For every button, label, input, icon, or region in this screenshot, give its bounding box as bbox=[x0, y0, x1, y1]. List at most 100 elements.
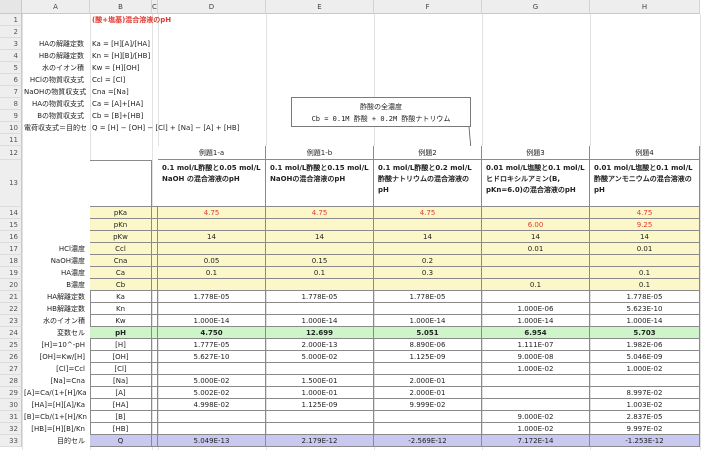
value-cell[interactable]: 0.1 bbox=[590, 267, 700, 279]
value-cell[interactable]: 1.000E-02 bbox=[482, 423, 590, 435]
value-cell[interactable]: -1.253E-12 bbox=[590, 435, 700, 447]
column-header-a[interactable]: A bbox=[22, 0, 90, 14]
symbol-cell[interactable]: [A] bbox=[90, 387, 152, 399]
value-cell[interactable]: 4.75 bbox=[374, 207, 482, 219]
row-label[interactable]: HA解離定数 bbox=[22, 291, 87, 303]
value-cell[interactable] bbox=[266, 411, 374, 423]
row-label[interactable]: [H]=10^-pH bbox=[22, 339, 87, 351]
row-number-21[interactable]: 21 bbox=[0, 291, 22, 303]
case-description[interactable]: 0.01 mol/L塩酸と0.1 mol/L酢酸アンモニウムの混合溶液のpH bbox=[590, 160, 700, 207]
value-cell[interactable]: 5.623E-10 bbox=[590, 303, 700, 315]
value-cell[interactable]: 1.777E-05 bbox=[158, 339, 266, 351]
symbol-cell[interactable]: pKn bbox=[90, 219, 152, 231]
case-header[interactable]: 例題1-a bbox=[158, 146, 266, 160]
symbol-cell[interactable]: Ca bbox=[90, 267, 152, 279]
row-label[interactable]: [Na]=Cna bbox=[22, 375, 87, 387]
definition-label[interactable]: Bの物質収支式 bbox=[22, 110, 86, 122]
definition-label[interactable]: HClの物質収支式 bbox=[22, 74, 86, 86]
row-label[interactable]: [A]=Ca/(1+[H]/Ka) bbox=[22, 387, 87, 399]
row-label[interactable]: [B]=Cb/(1+[H]/Kn) bbox=[22, 411, 87, 423]
column-header-g[interactable]: G bbox=[482, 0, 590, 14]
value-cell[interactable]: 4.75 bbox=[158, 207, 266, 219]
value-cell[interactable]: 4.998E-02 bbox=[158, 399, 266, 411]
value-cell[interactable]: 0.15 bbox=[266, 255, 374, 267]
definition-label[interactable]: 水のイオン積 bbox=[22, 62, 86, 74]
column-header-h[interactable]: H bbox=[590, 0, 700, 14]
symbol-cell[interactable]: [OH] bbox=[90, 351, 152, 363]
row-number-6[interactable]: 6 bbox=[0, 74, 22, 86]
value-cell[interactable]: 9.25 bbox=[590, 219, 700, 231]
value-cell[interactable]: 0.1 bbox=[590, 279, 700, 291]
value-cell[interactable]: 4.750 bbox=[158, 327, 266, 339]
value-cell[interactable]: 5.627E-10 bbox=[158, 351, 266, 363]
value-cell[interactable]: 9.999E-02 bbox=[374, 399, 482, 411]
select-all-corner[interactable] bbox=[0, 0, 22, 14]
case-header[interactable]: 例題4 bbox=[590, 146, 700, 160]
row-number-20[interactable]: 20 bbox=[0, 279, 22, 291]
case-header[interactable]: 例題1-b bbox=[266, 146, 374, 160]
value-cell[interactable]: 1.778E-05 bbox=[590, 291, 700, 303]
value-cell[interactable] bbox=[374, 303, 482, 315]
value-cell[interactable] bbox=[266, 219, 374, 231]
value-cell[interactable]: 1.778E-05 bbox=[266, 291, 374, 303]
value-cell[interactable]: 1.125E-09 bbox=[266, 399, 374, 411]
value-cell[interactable] bbox=[158, 219, 266, 231]
row-label[interactable]: [OH]=Kw/[H] bbox=[22, 351, 87, 363]
value-cell[interactable] bbox=[158, 423, 266, 435]
definition-formula[interactable]: Q = [H] − [OH] − [Cl] + [Na] − [A] + [HB… bbox=[90, 122, 241, 134]
value-cell[interactable]: 14 bbox=[266, 231, 374, 243]
row-label[interactable]: [HA]=[H][A]/Ka bbox=[22, 399, 87, 411]
symbol-cell[interactable]: [Na] bbox=[90, 375, 152, 387]
value-cell[interactable]: 0.05 bbox=[158, 255, 266, 267]
value-cell[interactable] bbox=[266, 303, 374, 315]
column-header-f[interactable]: F bbox=[374, 0, 482, 14]
value-cell[interactable] bbox=[482, 399, 590, 411]
symbol-cell[interactable]: Ccl bbox=[90, 243, 152, 255]
row-label[interactable]: 水のイオン積 bbox=[22, 315, 87, 327]
sheet-title[interactable]: (酸+塩基)混合溶液のpH bbox=[90, 14, 173, 26]
definition-label[interactable]: HAの物質収支式 bbox=[22, 98, 86, 110]
value-cell[interactable]: 8.997E-02 bbox=[590, 387, 700, 399]
symbol-cell[interactable]: [B] bbox=[90, 411, 152, 423]
value-cell[interactable] bbox=[374, 219, 482, 231]
symbol-cell[interactable]: Kn bbox=[90, 303, 152, 315]
row-number-2[interactable]: 2 bbox=[0, 26, 22, 38]
row-number-18[interactable]: 18 bbox=[0, 255, 22, 267]
value-cell[interactable]: 0.2 bbox=[374, 255, 482, 267]
value-cell[interactable]: 1.000E-02 bbox=[482, 363, 590, 375]
value-cell[interactable]: 14 bbox=[482, 231, 590, 243]
definition-formula[interactable]: Kw = [H][OH] bbox=[90, 62, 142, 74]
value-cell[interactable]: 6.00 bbox=[482, 219, 590, 231]
value-cell[interactable]: 2.179E-12 bbox=[266, 435, 374, 447]
value-cell[interactable]: 1.000E-06 bbox=[482, 303, 590, 315]
row-label[interactable]: HCl濃度 bbox=[22, 243, 87, 255]
definition-label[interactable]: NaOHの物質収支式 bbox=[22, 86, 86, 98]
blank-header-cell-b13[interactable] bbox=[90, 160, 152, 207]
value-cell[interactable]: 12.699 bbox=[266, 327, 374, 339]
row-label[interactable]: B濃度 bbox=[22, 279, 87, 291]
row-number-11[interactable]: 11 bbox=[0, 134, 22, 146]
case-description[interactable]: 0.1 mol/L酢酸と0.15 mol/L NaOHの混合溶液のpH bbox=[266, 160, 374, 207]
row-label[interactable]: HB解離定数 bbox=[22, 303, 87, 315]
row-number-29[interactable]: 29 bbox=[0, 387, 22, 399]
symbol-cell[interactable]: [Cl] bbox=[90, 363, 152, 375]
value-cell[interactable]: 1.000E-14 bbox=[482, 315, 590, 327]
value-cell[interactable] bbox=[266, 279, 374, 291]
value-cell[interactable]: 5.049E-13 bbox=[158, 435, 266, 447]
row-number-31[interactable]: 31 bbox=[0, 411, 22, 423]
row-number-30[interactable]: 30 bbox=[0, 399, 22, 411]
value-cell[interactable]: 2.837E-05 bbox=[590, 411, 700, 423]
value-cell[interactable]: 1.125E-09 bbox=[374, 351, 482, 363]
case-description[interactable]: 0.1 mol/L酢酸と0.05 mol/L NaOH の混合溶液のpH bbox=[158, 160, 266, 207]
symbol-cell[interactable]: [H] bbox=[90, 339, 152, 351]
value-cell[interactable] bbox=[482, 387, 590, 399]
value-cell[interactable] bbox=[158, 411, 266, 423]
definition-formula[interactable]: Ccl = [Cl] bbox=[90, 74, 127, 86]
symbol-cell[interactable]: Cb bbox=[90, 279, 152, 291]
value-cell[interactable]: 0.1 bbox=[266, 267, 374, 279]
value-cell[interactable]: 4.75 bbox=[590, 207, 700, 219]
value-cell[interactable]: 9.997E-02 bbox=[590, 423, 700, 435]
value-cell[interactable]: 9.000E-02 bbox=[482, 411, 590, 423]
value-cell[interactable] bbox=[482, 207, 590, 219]
definition-formula[interactable]: Cb = [B]+[HB] bbox=[90, 110, 145, 122]
